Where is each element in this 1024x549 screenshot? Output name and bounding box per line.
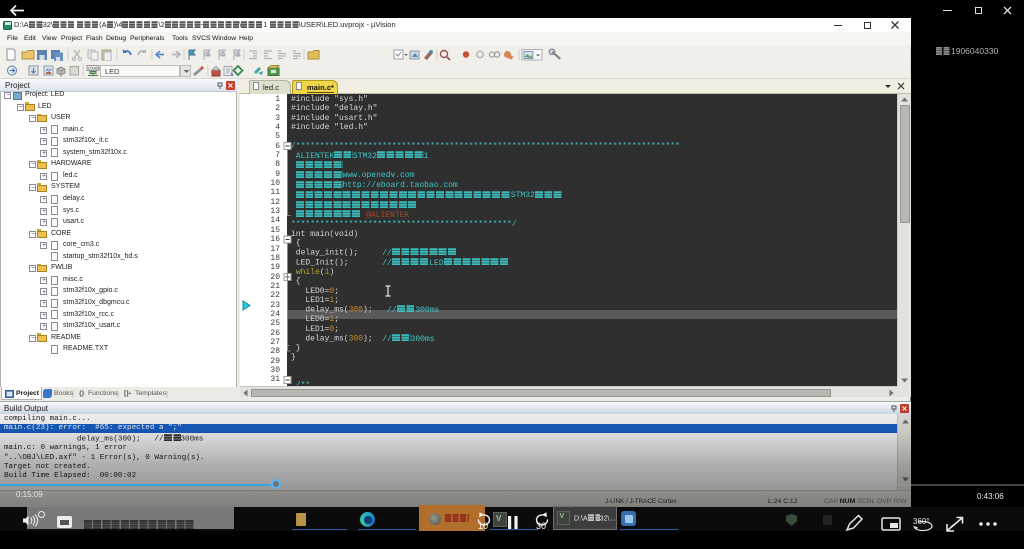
svg-text:LOAD: LOAD <box>88 66 99 71</box>
svg-text:30: 30 <box>536 521 546 531</box>
svg-text:10: 10 <box>478 521 488 531</box>
